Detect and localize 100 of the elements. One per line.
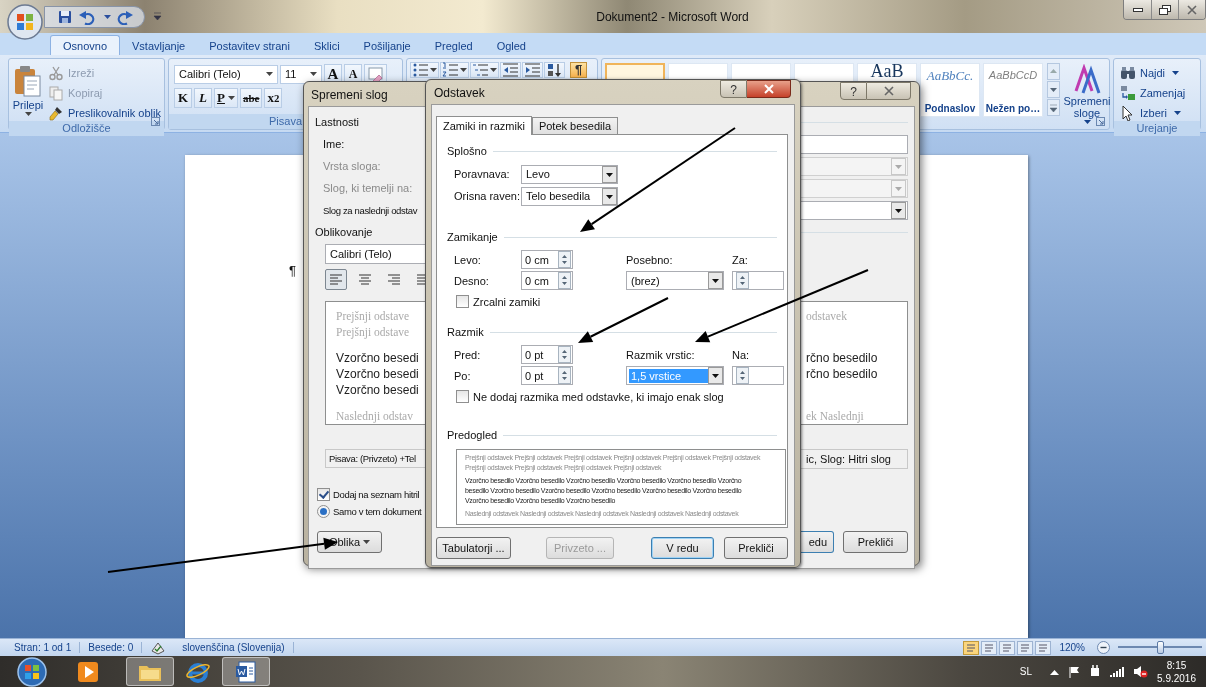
- toolbar-button[interactable]: [410, 62, 439, 78]
- word-count[interactable]: Besede: 0: [80, 642, 143, 653]
- ribbon-tab[interactable]: Osnovno: [50, 35, 121, 55]
- clock-time[interactable]: 8:15: [1157, 658, 1196, 672]
- spinner-arrows-icon: [558, 272, 571, 289]
- font-combo[interactable]: Calibri (Telo): [174, 64, 278, 84]
- spin-field[interactable]: [732, 366, 784, 385]
- ribbon-button[interactable]: Preslikovalnik oblik: [48, 104, 161, 121]
- toolbar-button[interactable]: [500, 62, 521, 78]
- dialog-button[interactable]: Prekliči: [843, 531, 908, 553]
- dialog-button[interactable]: Prekliči: [724, 537, 788, 559]
- start-button-icon[interactable]: [14, 656, 50, 687]
- power-icon[interactable]: [1089, 665, 1102, 678]
- dropdown-field[interactable]: (brez): [626, 271, 724, 290]
- paragraph-mark: ¶: [289, 263, 296, 278]
- ribbon-tab[interactable]: Pregled: [422, 36, 485, 55]
- ribbon-tab[interactable]: Pošiljanje: [351, 36, 423, 55]
- caret-icon: [430, 68, 437, 72]
- dialog-launcher-icon[interactable]: [151, 117, 160, 126]
- toolbar-button[interactable]: [470, 62, 499, 78]
- spin-field[interactable]: 0 cm: [521, 250, 573, 269]
- name-field[interactable]: [798, 134, 908, 154]
- ribbon-tab[interactable]: Sklici: [301, 36, 352, 55]
- font-combo[interactable]: Calibri (Telo): [325, 244, 427, 264]
- customize-caret-icon[interactable]: [153, 11, 162, 22]
- zoom-level[interactable]: 120%: [1059, 642, 1085, 653]
- gallery-more-icon[interactable]: [1047, 99, 1060, 116]
- spin-field[interactable]: [732, 271, 784, 290]
- show-hidden-icons-icon[interactable]: [1050, 668, 1060, 675]
- language-indicator[interactable]: SL: [1019, 666, 1033, 677]
- style-tile[interactable]: AaBbCc. Podnaslov: [920, 63, 980, 117]
- language-status[interactable]: slovenščina (Slovenija): [174, 642, 294, 653]
- dialog-tab[interactable]: Potek besedila: [531, 117, 619, 134]
- toolbar-button[interactable]: [522, 62, 543, 78]
- format-button[interactable]: abe: [239, 88, 263, 108]
- format-button[interactable]: L: [194, 88, 212, 108]
- signal-icon[interactable]: [1110, 666, 1125, 677]
- radio-button[interactable]: [317, 505, 330, 518]
- spinner-arrows-icon: [558, 346, 571, 363]
- style-name: Podnaslov: [924, 103, 976, 114]
- size-combo[interactable]: 11: [280, 64, 322, 84]
- dialog-title: Odstavek: [433, 86, 485, 100]
- close-button[interactable]: [867, 82, 911, 100]
- spin-field[interactable]: 0 pt: [521, 345, 573, 364]
- format-button[interactable]: P: [214, 88, 238, 108]
- help-button[interactable]: ?: [840, 82, 867, 100]
- dialog-button[interactable]: V redu: [651, 537, 714, 559]
- redo-icon[interactable]: [116, 8, 134, 25]
- help-button[interactable]: ?: [720, 80, 747, 98]
- ribbon-tab[interactable]: Vstavljanje: [120, 36, 198, 55]
- spin-field[interactable]: 0 pt: [521, 366, 573, 385]
- show-marks-button[interactable]: ¶: [570, 62, 588, 78]
- style-tile[interactable]: AaBbCcD Nežen po…: [983, 63, 1043, 117]
- dialog-tab[interactable]: Zamiki in razmiki: [436, 116, 532, 135]
- dropdown-field[interactable]: Levo: [521, 164, 618, 184]
- numbering-icon: [442, 62, 459, 78]
- option-label: Samo v tem dokument: [333, 506, 422, 517]
- clock-date[interactable]: 5.9.2016: [1157, 671, 1196, 685]
- zoom-out-icon[interactable]: [1097, 641, 1110, 654]
- shrink-font-button[interactable]: A: [344, 64, 362, 84]
- dropdown-field[interactable]: Telo besedila: [521, 186, 618, 206]
- dropdown-field[interactable]: [798, 200, 908, 220]
- proofing-icon[interactable]: [150, 640, 167, 655]
- gallery-down-icon[interactable]: [1047, 81, 1060, 98]
- checkbox[interactable]: [456, 390, 469, 403]
- dialog-button[interactable]: Tabulatorji ...: [436, 537, 511, 559]
- save-icon[interactable]: [57, 8, 73, 25]
- toolbar-button[interactable]: [440, 62, 469, 78]
- grow-font-button[interactable]: A: [324, 64, 342, 84]
- checkbox[interactable]: [317, 488, 330, 501]
- checkbox[interactable]: [456, 295, 469, 308]
- paste-button[interactable]: Prilepi: [12, 62, 44, 116]
- restore-button[interactable]: [1151, 0, 1178, 19]
- dialog-launcher-icon[interactable]: [1096, 117, 1105, 126]
- close-button[interactable]: [747, 80, 791, 98]
- caret-icon: [460, 68, 467, 72]
- speaker-muted-icon[interactable]: [1133, 665, 1149, 678]
- ribbon-button[interactable]: Najdi: [1120, 64, 1186, 81]
- clear-format-button[interactable]: [364, 64, 387, 84]
- field-label: Pred:: [454, 348, 482, 361]
- ribbon-tab[interactable]: Postavitev strani: [197, 36, 302, 55]
- preview-text: Prejšnji odstave: [336, 308, 411, 324]
- page-count[interactable]: Stran: 1 od 1: [6, 642, 81, 653]
- ribbon-button[interactable]: Zamenjaj: [1120, 84, 1186, 101]
- ribbon-tab[interactable]: Ogled: [484, 36, 538, 55]
- ribbon-button[interactable]: Izberi: [1120, 104, 1186, 121]
- taskbar-button[interactable]: [222, 657, 270, 686]
- preview-text: rčno besedilo: [806, 349, 879, 366]
- slider-thumb[interactable]: [1157, 641, 1164, 654]
- eraser-icon: [367, 66, 384, 82]
- format-button[interactable]: K: [174, 88, 192, 108]
- spin-field[interactable]: 0 cm: [521, 271, 573, 290]
- toolbar-button[interactable]: [544, 62, 565, 78]
- dialog-button[interactable]: edu: [800, 531, 834, 553]
- change-styles-button[interactable]: Spremeni sloge: [1064, 62, 1110, 124]
- minimize-button[interactable]: [1124, 0, 1151, 19]
- close-button[interactable]: [1178, 0, 1205, 19]
- flag-icon[interactable]: [1068, 665, 1081, 678]
- caret-icon: [1173, 110, 1181, 115]
- undo-icon[interactable]: [78, 8, 96, 25]
